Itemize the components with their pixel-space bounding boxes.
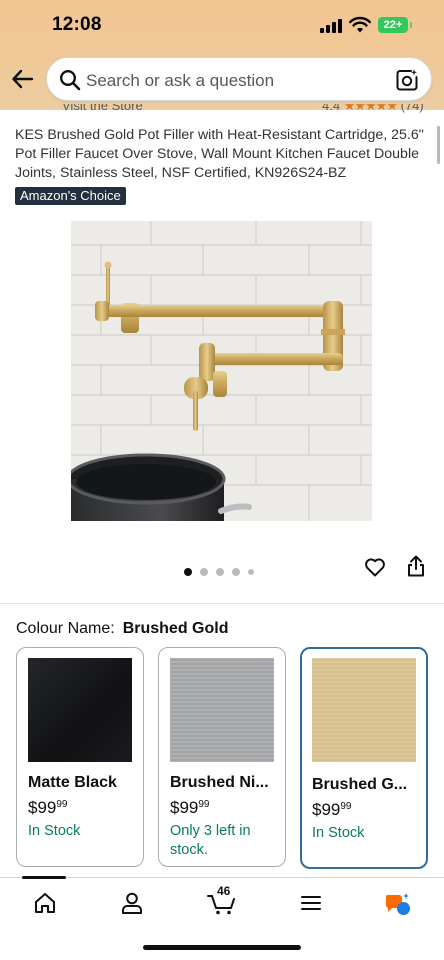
colour-swatch [28,658,132,762]
carousel-dot[interactable] [248,568,254,575]
cart-icon[interactable] [206,890,238,916]
cellular-signal-icon [320,19,342,33]
colour-option-name: Brushed G... [312,776,408,793]
visit-store-link[interactable]: Visit the Store [62,104,143,113]
colour-swatch [170,658,274,762]
product-image[interactable] [71,221,372,521]
carousel-dot[interactable] [232,567,240,576]
back-arrow-icon[interactable] [10,66,36,92]
carousel-dot[interactable] [184,567,192,576]
camera-lens-icon[interactable] [395,68,419,92]
search-icon [59,69,81,91]
product-title: KES Brushed Gold Pot Filler with Heat-Re… [15,127,424,181]
colour-option-name: Brushed Ni... [170,774,269,791]
heart-icon[interactable] [363,555,387,579]
active-tab-indicator [22,876,66,879]
price-whole: $99 [312,800,341,819]
colour-selected-value: Brushed Gold [122,620,229,637]
carousel-dot[interactable] [200,567,208,576]
account-icon[interactable] [119,890,145,916]
rating-stars: ★★★★★ [343,104,398,113]
amazons-choice-badge: Amazon's Choice [15,187,126,205]
battery-icon: 22+ [378,17,412,33]
colour-option-price: $9999 [170,798,210,818]
colour-name-row: Colour Name: Brushed Gold [16,620,228,638]
price-fraction: 99 [198,799,210,810]
colour-option-matte-black[interactable]: Matte Black $9999 In Stock [16,647,144,867]
share-icon[interactable] [405,554,427,578]
rufus-assistant-icon[interactable] [384,890,412,918]
image-carousel-dots[interactable] [184,563,262,576]
wifi-icon [349,16,371,33]
colour-option-price: $9999 [312,800,352,820]
scroll-indicator [437,126,440,164]
stock-status: In Stock [28,823,81,839]
colour-option-brushed-nickel[interactable]: Brushed Ni... $9999 Only 3 left in stock… [158,647,286,867]
price-fraction: 99 [56,799,68,810]
stock-status: Only 3 left in stock. [170,823,251,858]
price-whole: $99 [28,798,57,817]
stock-status: In Stock [312,825,365,841]
colour-label: Colour Name: [16,620,115,637]
colour-option-name: Matte Black [28,774,117,791]
price-whole: $99 [170,798,199,817]
search-bar[interactable]: Search or ask a question [46,57,432,101]
home-indicator [143,945,301,950]
carousel-dot[interactable] [216,567,224,576]
pot-filler-photo [71,221,372,521]
review-count: (74) [400,104,424,113]
status-time: 12:08 [52,14,102,35]
home-icon[interactable] [32,890,58,916]
search-input[interactable]: Search or ask a question [86,71,274,91]
store-link-row[interactable]: Visit the Store 4.4 ★★★★★ (74) [14,104,434,116]
section-divider [0,603,444,604]
rating-summary[interactable]: 4.4 ★★★★★ (74) [322,104,424,114]
price-fraction: 99 [340,801,352,812]
menu-icon[interactable] [298,890,324,916]
colour-swatch [312,658,416,762]
rating-value: 4.4 [322,104,341,113]
colour-option-price: $9999 [28,798,68,818]
status-bar: 12:08 22+ [0,0,444,52]
colour-option-brushed-gold[interactable]: Brushed G... $9999 In Stock [300,647,428,869]
header-bar: 12:08 22+ Search or ask a question [0,0,444,110]
